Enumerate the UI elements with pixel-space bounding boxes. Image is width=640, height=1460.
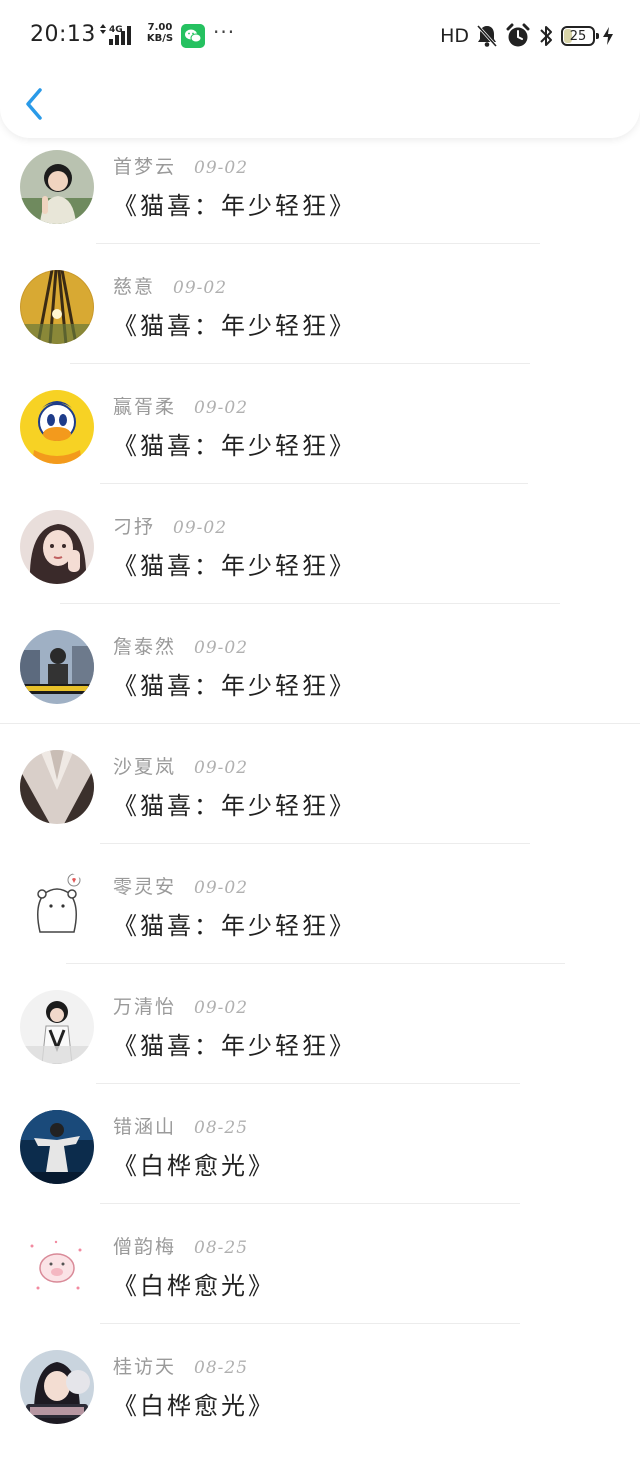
signal-icon: 4G xyxy=(100,24,131,45)
row-divider xyxy=(100,483,528,484)
comment-row[interactable]: 零灵安 09-02 《猫喜：年少轻狂》 xyxy=(0,860,640,980)
commenter-name-text: 詹泰然 xyxy=(113,636,177,658)
comment-date: 09-02 xyxy=(194,638,249,658)
avatar[interactable] xyxy=(20,990,94,1064)
commenter-name: 刁抒 09-02 xyxy=(113,512,227,539)
commenter-name-text: 错涵山 xyxy=(113,1116,177,1138)
commenter-name-text: 慈意 xyxy=(113,276,156,298)
commenter-name: 桂访天 08-25 xyxy=(113,1352,248,1379)
commenter-name: 万清怡 09-02 xyxy=(113,992,248,1019)
commenter-name-text: 沙夏岚 xyxy=(113,756,177,778)
comment-row[interactable]: 万清怡 09-02 《猫喜：年少轻狂》 xyxy=(0,980,640,1100)
comment-row[interactable]: 赢胥柔 09-02 《猫喜：年少轻狂》 xyxy=(0,380,640,500)
comment-row[interactable]: 桂访天 08-25 《白桦愈光》 xyxy=(0,1340,640,1460)
book-title[interactable]: 《猫喜：年少轻狂》 xyxy=(113,186,356,221)
avatar[interactable] xyxy=(20,270,94,344)
commenter-name-text: 刁抒 xyxy=(113,516,156,538)
row-divider xyxy=(70,363,530,364)
book-title[interactable]: 《猫喜：年少轻狂》 xyxy=(113,546,356,581)
row-divider xyxy=(96,1083,520,1084)
avatar[interactable] xyxy=(20,630,94,704)
row-divider xyxy=(100,1323,520,1324)
book-title[interactable]: 《猫喜：年少轻狂》 xyxy=(113,306,356,341)
battery-indicator: 25 xyxy=(561,26,599,46)
avatar[interactable] xyxy=(20,1350,94,1424)
comment-date: 09-02 xyxy=(194,398,249,418)
hd-label: HD xyxy=(440,25,469,47)
speed-value: 7.00 xyxy=(147,22,173,33)
alarm-icon xyxy=(506,23,530,47)
comment-row[interactable]: 首梦云 09-02 《猫喜：年少轻狂》 xyxy=(0,140,640,260)
commenter-name-text: 零灵安 xyxy=(113,876,177,898)
commenter-name: 沙夏岚 09-02 xyxy=(113,752,248,779)
row-divider xyxy=(96,243,540,244)
book-title[interactable]: 《白桦愈光》 xyxy=(113,1266,275,1301)
comment-date: 08-25 xyxy=(194,1118,249,1138)
comment-date: 08-25 xyxy=(194,1238,249,1258)
comment-row[interactable]: 沙夏岚 09-02 《猫喜：年少轻狂》 xyxy=(0,740,640,860)
row-divider xyxy=(100,843,530,844)
comment-date: 09-02 xyxy=(173,518,228,538)
comment-row[interactable]: 慈意 09-02 《猫喜：年少轻狂》 xyxy=(0,260,640,380)
commenter-name: 詹泰然 09-02 xyxy=(113,632,248,659)
book-title[interactable]: 《猫喜：年少轻狂》 xyxy=(113,906,356,941)
avatar[interactable] xyxy=(20,1230,94,1304)
comment-date: 09-02 xyxy=(173,278,228,298)
wechat-icon xyxy=(181,24,205,48)
charging-icon xyxy=(603,27,613,45)
top-bar: 20:13 4G 7.00 KB/S ··· HD 25 xyxy=(0,0,640,138)
book-title[interactable]: 《白桦愈光》 xyxy=(113,1146,275,1181)
book-title[interactable]: 《猫喜：年少轻狂》 xyxy=(113,786,356,821)
avatar[interactable] xyxy=(20,390,94,464)
book-title[interactable]: 《猫喜：年少轻狂》 xyxy=(113,426,356,461)
commenter-name: 错涵山 08-25 xyxy=(113,1112,248,1139)
book-title[interactable]: 《猫喜：年少轻狂》 xyxy=(113,1026,356,1061)
commenter-name: 赢胥柔 09-02 xyxy=(113,392,248,419)
row-divider xyxy=(60,603,560,604)
status-bar: 20:13 4G 7.00 KB/S ··· HD 25 xyxy=(0,0,640,72)
comment-row[interactable]: 错涵山 08-25 《白桦愈光》 xyxy=(0,1100,640,1220)
commenter-name: 慈意 09-02 xyxy=(113,272,227,299)
comment-date: 09-02 xyxy=(194,758,249,778)
comment-date: 08-25 xyxy=(194,1358,249,1378)
avatar[interactable] xyxy=(20,1110,94,1184)
more-notifications-icon: ··· xyxy=(213,20,236,44)
comment-row[interactable]: 僧韵梅 08-25 《白桦愈光》 xyxy=(0,1220,640,1340)
speed-unit: KB/S xyxy=(146,33,174,44)
chevron-left-icon xyxy=(26,88,42,120)
status-time: 20:13 xyxy=(30,22,96,47)
commenter-name-text: 首梦云 xyxy=(113,156,177,178)
book-title[interactable]: 《白桦愈光》 xyxy=(113,1386,275,1421)
row-divider xyxy=(0,723,640,724)
comment-date: 09-02 xyxy=(194,158,249,178)
bluetooth-icon xyxy=(540,26,552,46)
avatar[interactable] xyxy=(20,870,94,944)
network-type-label: 4G xyxy=(109,25,123,35)
back-button[interactable] xyxy=(20,82,52,126)
commenter-name: 零灵安 09-02 xyxy=(113,872,248,899)
commenter-name-text: 桂访天 xyxy=(113,1356,177,1378)
book-title[interactable]: 《猫喜：年少轻狂》 xyxy=(113,666,356,701)
commenter-name: 僧韵梅 08-25 xyxy=(113,1232,248,1259)
row-divider xyxy=(66,963,565,964)
comment-date: 09-02 xyxy=(194,998,249,1018)
mute-bell-icon xyxy=(476,24,498,48)
comment-row[interactable]: 刁抒 09-02 《猫喜：年少轻狂》 xyxy=(0,500,640,620)
avatar[interactable] xyxy=(20,150,94,224)
row-divider xyxy=(100,1203,520,1204)
avatar[interactable] xyxy=(20,750,94,824)
commenter-name-text: 赢胥柔 xyxy=(113,396,177,418)
comment-row[interactable]: 詹泰然 09-02 《猫喜：年少轻狂》 xyxy=(0,620,640,740)
avatar[interactable] xyxy=(20,510,94,584)
commenter-name: 首梦云 09-02 xyxy=(113,152,248,179)
comment-date: 09-02 xyxy=(194,878,249,898)
status-right: HD 25 xyxy=(440,22,614,50)
commenter-name-text: 僧韵梅 xyxy=(113,1236,177,1258)
commenter-name-text: 万清怡 xyxy=(113,996,177,1018)
network-speed: 7.00 KB/S xyxy=(143,22,177,44)
battery-level: 25 xyxy=(569,28,587,44)
